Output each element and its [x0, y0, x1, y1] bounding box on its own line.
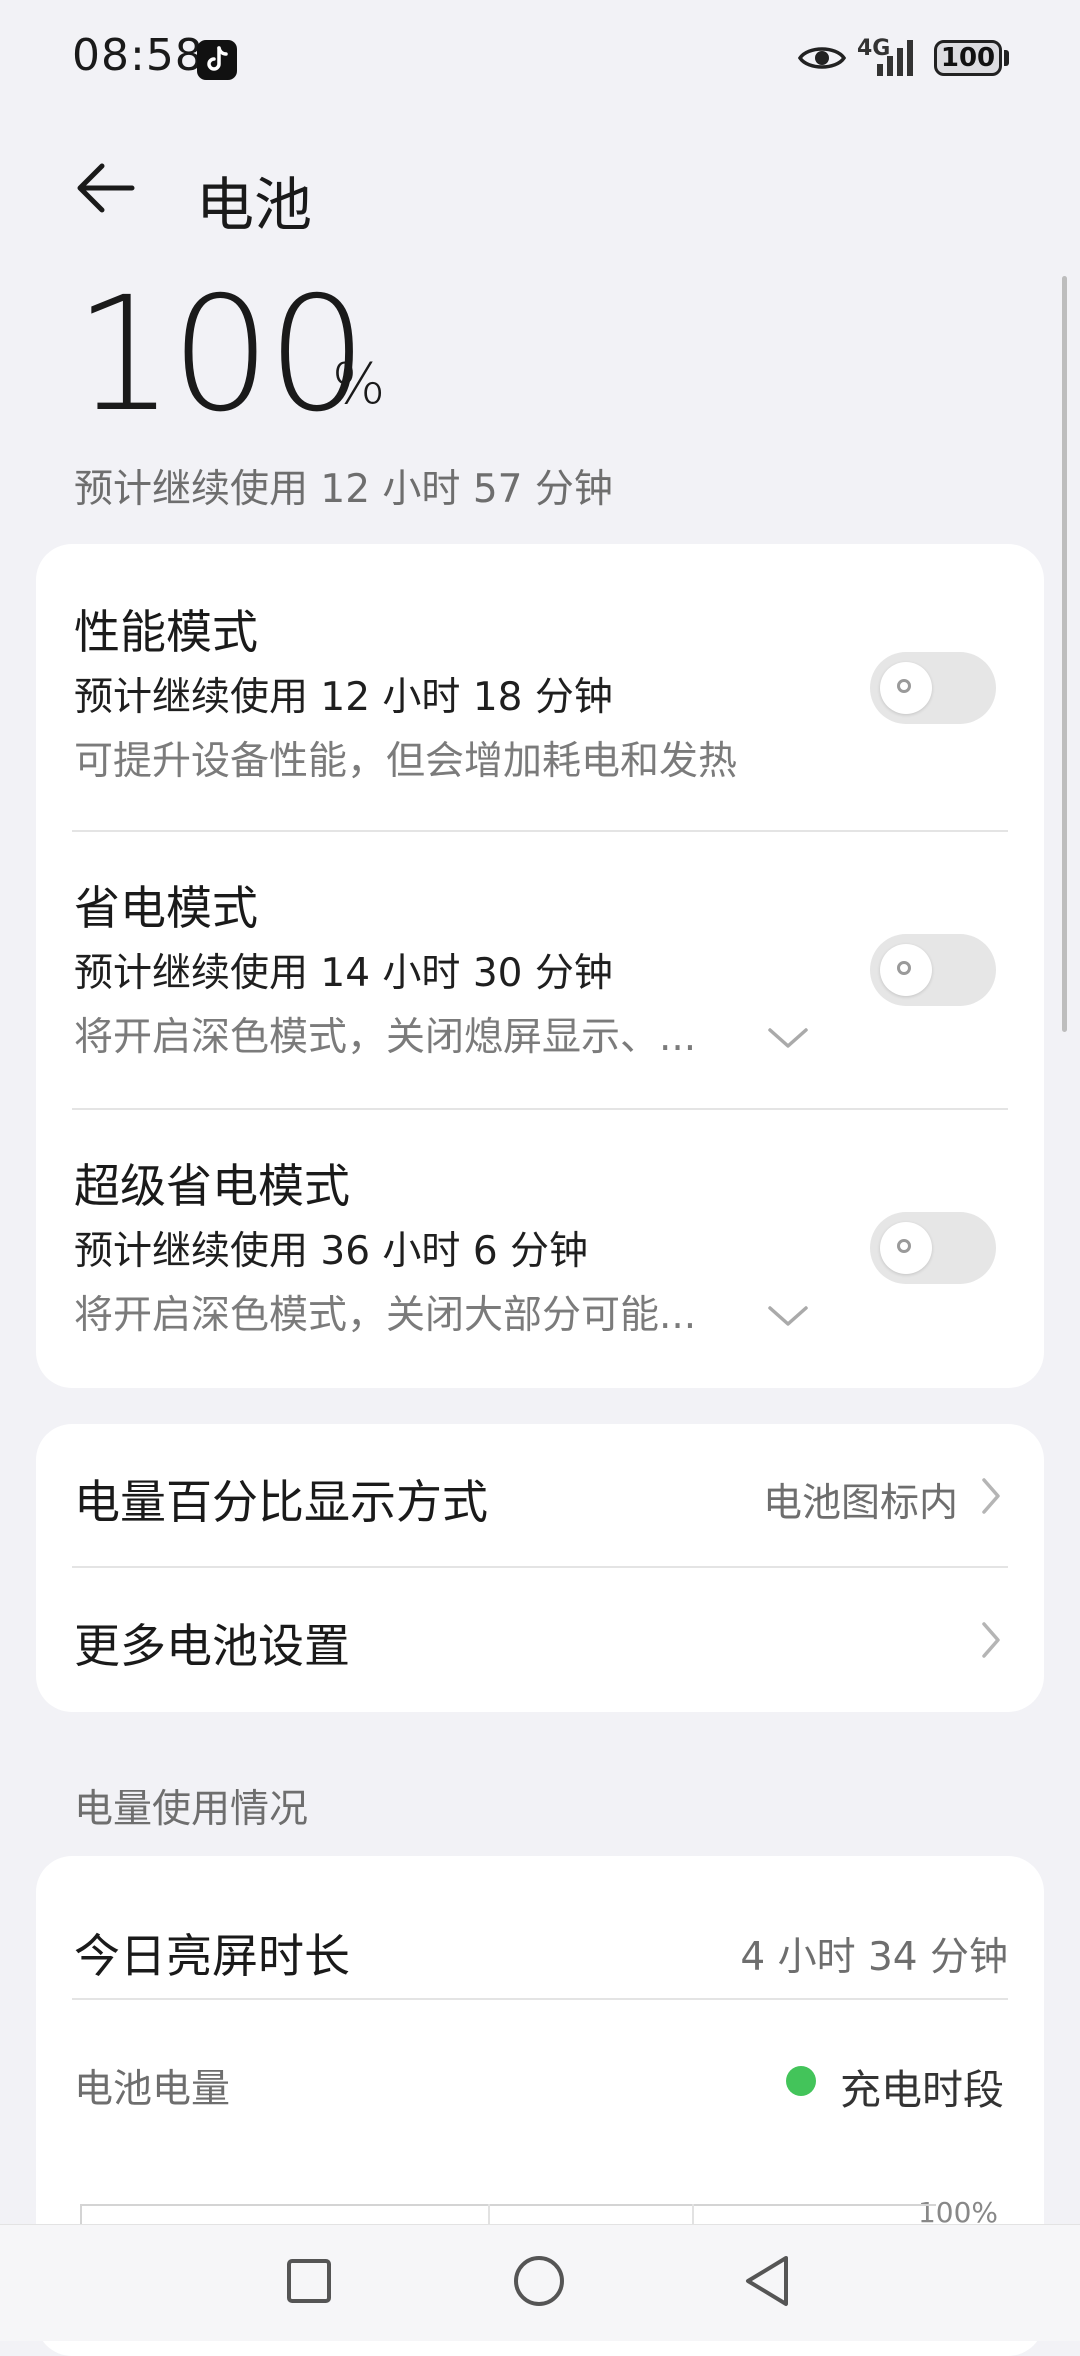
divider — [72, 1566, 1008, 1568]
status-time: 08:58 — [72, 30, 204, 81]
page-title: 电池 — [196, 171, 313, 239]
charging-legend-label: 充电时段 — [840, 2066, 1004, 2114]
more-battery-settings-title: 更多电池设置 — [74, 1619, 350, 1673]
screen-time-value: 4 小时 34 分钟 — [740, 1935, 1008, 1980]
super-power-saving-mode-estimate: 预计继续使用 36 小时 6 分钟 — [74, 1229, 589, 1274]
power-saving-mode-title: 省电模式 — [74, 881, 258, 935]
performance-mode-toggle[interactable] — [870, 652, 996, 724]
performance-mode-title: 性能模式 — [74, 605, 258, 659]
power-modes-card: 性能模式 预计继续使用 12 小时 18 分钟 可提升设备性能，但会增加耗电和发… — [36, 544, 1044, 1388]
toggle-knob — [880, 944, 932, 996]
usage-section-label: 电量使用情况 — [74, 1787, 309, 1832]
power-saving-mode-toggle[interactable] — [870, 934, 996, 1006]
home-icon[interactable] — [512, 2254, 566, 2312]
percentage-display-title: 电量百分比显示方式 — [74, 1475, 488, 1529]
signal-icon — [877, 38, 921, 82]
super-power-saving-mode-description: 将开启深色模式，关闭大部分可能... — [74, 1293, 697, 1338]
battery-icon: 100 — [934, 40, 1002, 76]
remaining-time: 预计继续使用 12 小时 57 分钟 — [74, 467, 613, 512]
battery-settings-card: 电量百分比显示方式 电池图标内 更多电池设置 — [36, 1424, 1044, 1712]
toggle-knob — [880, 662, 932, 714]
back-icon[interactable] — [742, 2254, 792, 2312]
power-saving-mode-estimate: 预计继续使用 14 小时 30 分钟 — [74, 951, 613, 996]
recent-apps-icon[interactable] — [286, 2258, 332, 2308]
battery-percent: 100 — [74, 263, 368, 447]
arrow-left-icon[interactable] — [74, 160, 138, 220]
divider — [72, 830, 1008, 832]
divider — [72, 1108, 1008, 1110]
percentage-display-value: 电池图标内 — [762, 1481, 958, 1526]
chevron-down-icon[interactable] — [766, 1026, 810, 1056]
tiktok-icon — [197, 40, 237, 80]
power-saving-mode-description: 将开启深色模式，关闭熄屏显示、... — [74, 1015, 697, 1060]
divider — [72, 1998, 1008, 2000]
super-power-saving-mode-toggle[interactable] — [870, 1212, 996, 1284]
battery-cap — [1004, 50, 1009, 66]
battery-percent-unit: % — [332, 352, 386, 417]
scrollbar[interactable] — [1062, 276, 1067, 1032]
performance-mode-estimate: 预计继续使用 12 小时 18 分钟 — [74, 675, 613, 720]
performance-mode-description: 可提升设备性能，但会增加耗电和发热 — [74, 739, 738, 784]
chevron-right-icon — [980, 1476, 1002, 1520]
chevron-down-icon[interactable] — [766, 1304, 810, 1334]
chevron-right-icon — [980, 1620, 1002, 1664]
toggle-knob — [880, 1222, 932, 1274]
battery-level-chart-label: 电池电量 — [74, 2067, 231, 2112]
super-power-saving-mode-title: 超级省电模式 — [74, 1159, 350, 1213]
screen-time-label: 今日亮屏时长 — [74, 1929, 350, 1983]
battery-level-label: 100 — [940, 43, 996, 73]
charging-legend-dot — [786, 2066, 816, 2096]
eye-icon — [797, 42, 847, 78]
